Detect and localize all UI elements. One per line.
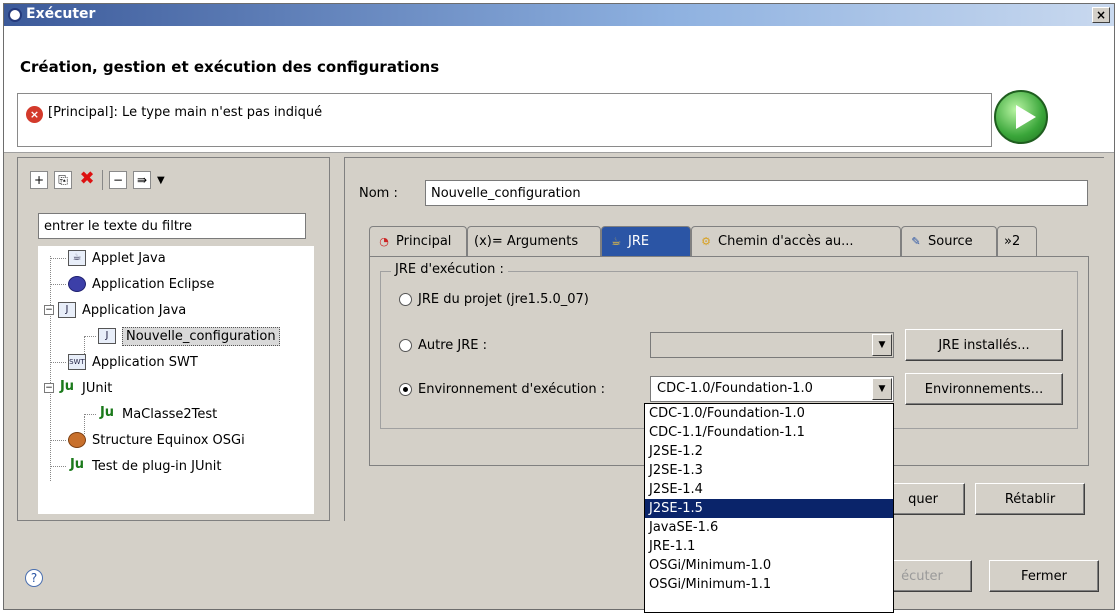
message-area: × [Principal]: Le type main n'est pas in…	[17, 93, 992, 147]
tree-item-application-eclipse[interactable]: Application Eclipse	[50, 272, 214, 296]
plugin-junit-icon: Ju	[69, 457, 85, 472]
tree-item-application-java[interactable]: − J Application Java	[44, 298, 186, 322]
tree-item-label: Applet Java	[92, 250, 166, 266]
project-jre-option[interactable]: JRE du projet (jre1.5.0_07)	[399, 292, 589, 307]
tree-item-nouvelle-configuration[interactable]: J Nouvelle_configuration	[84, 324, 280, 348]
exec-env-combo[interactable]: CDC-1.0/Foundation-1.0 ▼	[650, 376, 894, 402]
tree-item-label: Application Eclipse	[92, 276, 215, 292]
other-jre-radio[interactable]	[399, 339, 412, 352]
java-config-icon: J	[98, 328, 116, 344]
tree-item-application-swt[interactable]: SWT Application SWT	[50, 350, 198, 374]
principal-tab-icon: ◔	[379, 234, 389, 248]
dropdown-option[interactable]: CDC-1.0/Foundation-1.0	[645, 404, 893, 423]
tree-item-structure-equinox-osgi[interactable]: Structure Equinox OSGi	[50, 428, 245, 452]
duplicate-icon[interactable]: ⎘	[54, 171, 72, 189]
collapse-all-icon[interactable]: −	[109, 171, 127, 189]
swt-icon: SWT	[68, 354, 86, 370]
dropdown-option[interactable]: J2SE-1.4	[645, 480, 893, 499]
dropdown-option-selected[interactable]: J2SE-1.5	[645, 499, 893, 518]
tree-item-maclasse2test[interactable]: Ju MaClasse2Test	[84, 402, 217, 426]
source-tab-icon: ✎	[911, 234, 921, 248]
tree-item-test-plugin-junit[interactable]: Ju Test de plug-in JUnit	[50, 454, 221, 478]
revert-button[interactable]: Rétablir	[975, 483, 1085, 515]
window-title: Exécuter	[26, 6, 96, 22]
menu-dropdown-icon[interactable]: ▼	[157, 175, 165, 186]
eclipse-app-icon	[8, 8, 22, 22]
tree-item-label: Application Java	[82, 302, 187, 318]
exec-env-dropdown-list[interactable]: CDC-1.0/Foundation-1.0 CDC-1.1/Foundatio…	[644, 403, 894, 613]
tab-more[interactable]: »2	[997, 226, 1037, 256]
project-jre-radio[interactable]	[399, 293, 412, 306]
tree-item-label: Structure Equinox OSGi	[92, 432, 245, 448]
java-app-icon: J	[58, 302, 76, 318]
tree-item-label: JUnit	[82, 380, 113, 396]
applet-icon: ☕	[68, 250, 86, 266]
tree-item-applet-java[interactable]: ☕ Applet Java	[50, 246, 166, 270]
tree-item-label: MaClasse2Test	[122, 406, 218, 422]
dropdown-option[interactable]: J2SE-1.3	[645, 461, 893, 480]
filter-icon[interactable]: ⇛	[133, 171, 151, 189]
title-bar: Exécuter ×	[4, 4, 1114, 26]
jre-tab-icon: ☕	[611, 234, 621, 248]
junit-test-icon: Ju	[99, 405, 115, 420]
close-dialog-button[interactable]: Fermer	[989, 560, 1099, 592]
tab-classpath[interactable]: ⚙ Chemin d'accès au...	[691, 226, 901, 256]
exec-env-value: CDC-1.0/Foundation-1.0	[657, 381, 813, 396]
dropdown-option[interactable]: CDC-1.1/Foundation-1.1	[645, 423, 893, 442]
osgi-icon	[68, 432, 86, 448]
dropdown-option[interactable]: OSGi/Minimum-1.1	[645, 575, 893, 594]
dropdown-option[interactable]: JavaSE-1.6	[645, 518, 893, 537]
config-tabs: ◔ Principal (x)= Arguments ☕ JRE ⚙ Chemi…	[369, 226, 1089, 256]
name-field[interactable]	[425, 180, 1088, 206]
dialog-header: Création, gestion et exécution des confi…	[4, 26, 1114, 153]
run-configurations-dialog: Exécuter × Création, gestion et exécutio…	[3, 3, 1115, 610]
environments-button[interactable]: Environnements...	[905, 373, 1063, 405]
dropdown-option[interactable]: JRE-1.1	[645, 537, 893, 556]
exec-env-radio[interactable]	[399, 383, 412, 396]
filter-input[interactable]	[38, 213, 306, 239]
dropdown-option[interactable]: J2SE-1.2	[645, 442, 893, 461]
chevron-down-icon[interactable]: ▼	[872, 378, 892, 400]
name-label: Nom :	[359, 186, 398, 201]
configuration-tree-panel: + ⎘ ✖ − ⇛ ▼ ☕ Applet Java Application Ec…	[17, 157, 330, 521]
tree-item-label: Test de plug-in JUnit	[92, 458, 222, 474]
tree-toolbar: + ⎘ ✖ − ⇛ ▼	[30, 168, 165, 192]
dropdown-option[interactable]: OSGi/Minimum-1.0	[645, 556, 893, 575]
tree-item-label: Application SWT	[92, 354, 198, 370]
tab-principal[interactable]: ◔ Principal	[369, 226, 467, 256]
new-config-icon[interactable]: +	[30, 171, 48, 189]
collapse-toggle-icon[interactable]: −	[44, 305, 54, 315]
help-icon[interactable]: ?	[25, 569, 43, 587]
other-jre-option[interactable]: Autre JRE :	[399, 338, 487, 353]
configuration-tree: ☕ Applet Java Application Eclipse − J Ap…	[38, 246, 314, 514]
delete-icon[interactable]: ✖	[78, 170, 96, 189]
tab-arguments[interactable]: (x)= Arguments	[467, 226, 601, 256]
installed-jres-button[interactable]: JRE installés...	[905, 329, 1063, 361]
tree-item-junit[interactable]: − Ju JUnit	[44, 376, 112, 400]
jre-group-title: JRE d'exécution :	[391, 262, 508, 277]
tab-source[interactable]: ✎ Source	[901, 226, 997, 256]
junit-icon: Ju	[59, 379, 75, 394]
tab-jre[interactable]: ☕ JRE	[601, 226, 691, 256]
tree-item-label: Nouvelle_configuration	[122, 326, 280, 346]
dialog-heading: Création, gestion et exécution des confi…	[20, 58, 440, 76]
error-icon: ×	[26, 106, 43, 123]
close-button[interactable]: ×	[1092, 7, 1110, 23]
classpath-tab-icon: ⚙	[701, 234, 711, 248]
run-icon	[994, 90, 1048, 144]
error-message: [Principal]: Le type main n'est pas indi…	[48, 105, 323, 120]
chevron-down-icon: ▼	[872, 334, 892, 356]
eclipse-icon	[68, 276, 86, 292]
exec-env-option[interactable]: Environnement d'exécution :	[399, 382, 605, 397]
other-jre-combo: ▼	[650, 332, 894, 358]
collapse-toggle-icon[interactable]: −	[44, 383, 54, 393]
toolbar-separator	[102, 170, 103, 190]
